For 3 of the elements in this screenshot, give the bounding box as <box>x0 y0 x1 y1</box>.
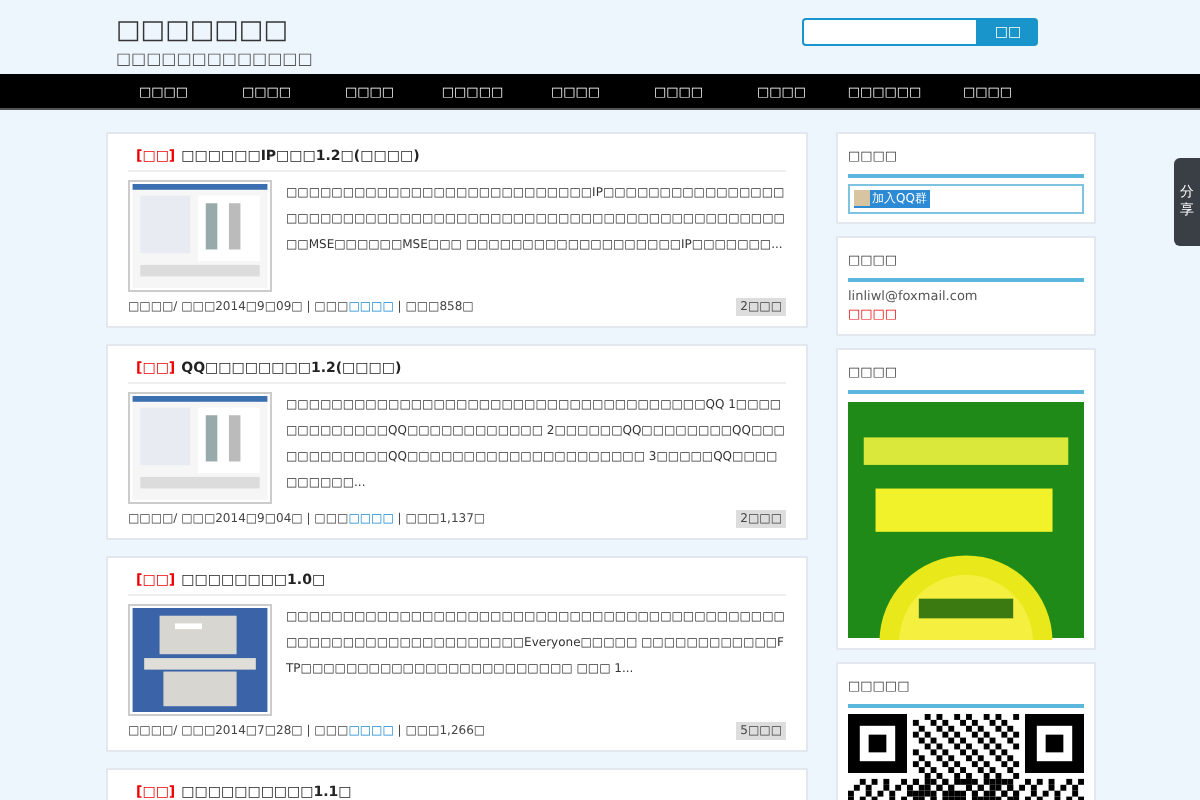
search-field[interactable] <box>802 18 978 46</box>
site-title[interactable]: □□□□□□□ <box>116 16 313 48</box>
site-tagline: □□□□□□□□□□□□□ <box>116 48 313 72</box>
